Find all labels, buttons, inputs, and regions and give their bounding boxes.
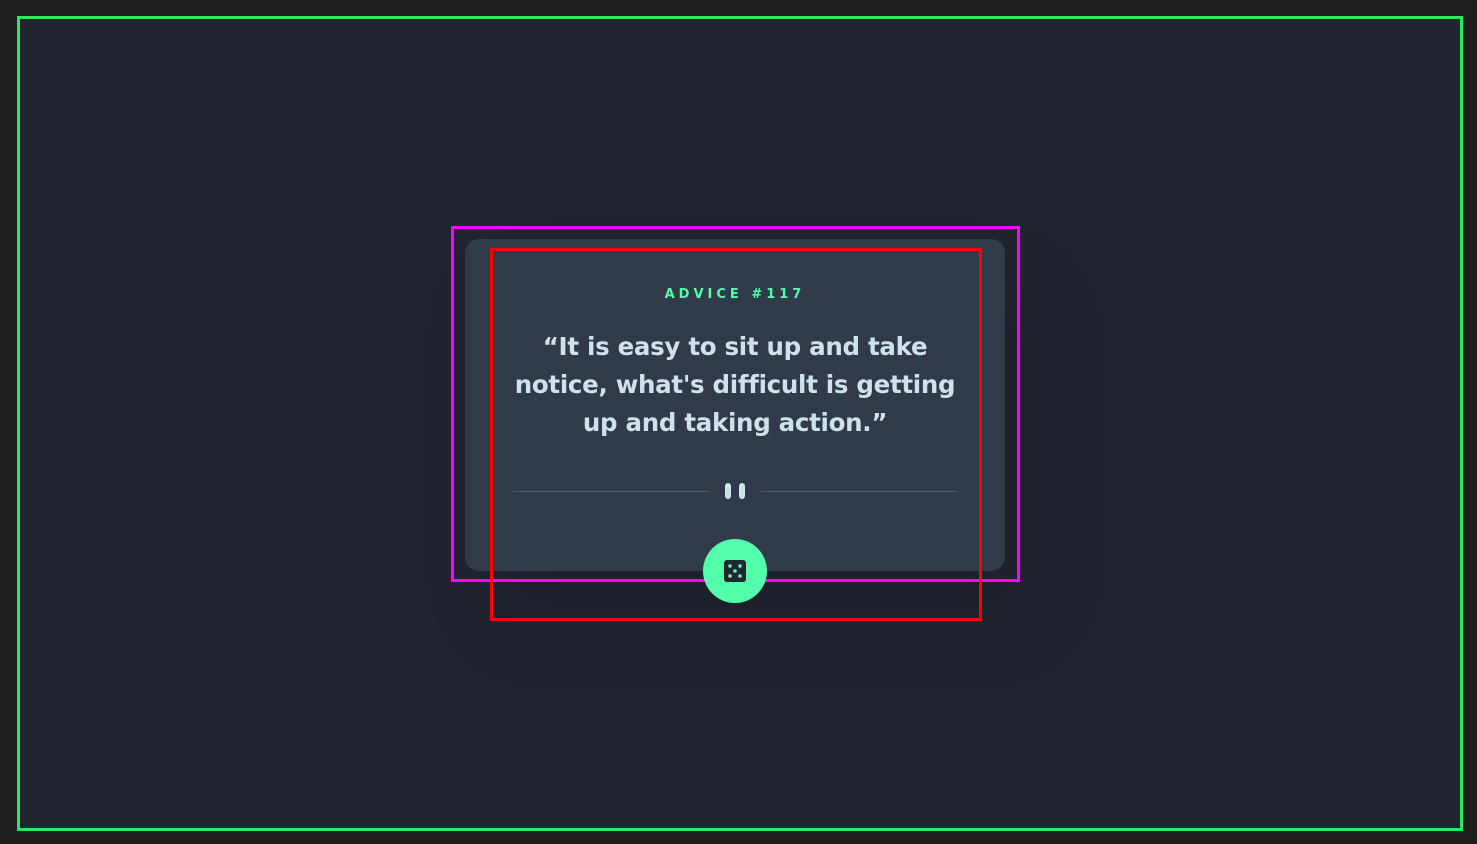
screenshot-frame: ADVICE #117 “It is easy to sit up and ta… [0, 0, 1477, 844]
dice-button[interactable] [703, 539, 767, 603]
pause-icon [725, 483, 745, 499]
pattern-divider [513, 482, 957, 500]
divider-line-right [761, 491, 957, 492]
advice-quote: “It is easy to sit up and take notice, w… [514, 332, 956, 437]
divider-line-left [513, 491, 709, 492]
advice-number: ADVICE #117 [664, 287, 806, 302]
dice-icon [724, 560, 746, 582]
